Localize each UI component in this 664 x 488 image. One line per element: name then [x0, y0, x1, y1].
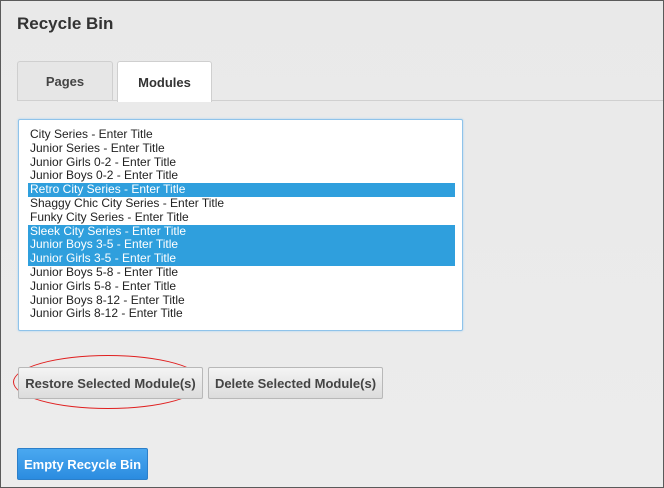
- delete-selected-button[interactable]: Delete Selected Module(s): [208, 367, 383, 399]
- tab-bar: Pages Modules: [17, 61, 663, 102]
- list-item[interactable]: Junior Boys 0-2 - Enter Title: [28, 169, 455, 183]
- list-item[interactable]: Junior Girls 3-5 - Enter Title: [28, 251, 455, 266]
- list-item[interactable]: Junior Boys 8-12 - Enter Title: [28, 293, 455, 308]
- empty-recycle-bin-button[interactable]: Empty Recycle Bin: [17, 448, 148, 480]
- tab-modules[interactable]: Modules: [117, 61, 212, 102]
- list-item[interactable]: Junior Girls 5-8 - Enter Title: [28, 279, 455, 294]
- list-item[interactable]: Junior Girls 0-2 - Enter Title: [28, 155, 455, 170]
- recycle-bin-panel: Recycle Bin Pages Modules City Series - …: [0, 0, 664, 488]
- restore-selected-button[interactable]: Restore Selected Module(s): [18, 367, 203, 399]
- tab-divider: [17, 100, 663, 101]
- list-item[interactable]: Junior Girls 8-12 - Enter Title: [28, 307, 455, 321]
- list-item[interactable]: Funky City Series - Enter Title: [28, 210, 455, 225]
- list-item[interactable]: Retro City Series - Enter Title: [28, 182, 455, 197]
- list-item[interactable]: Shaggy Chic City Series - Enter Title: [28, 196, 455, 211]
- list-item[interactable]: Junior Boys 5-8 - Enter Title: [28, 265, 455, 280]
- list-item[interactable]: Junior Boys 3-5 - Enter Title: [28, 238, 455, 253]
- modules-listbox[interactable]: City Series - Enter Title Junior Series -…: [18, 119, 463, 331]
- list-item[interactable]: Sleek City Series - Enter Title: [28, 224, 455, 239]
- page-title: Recycle Bin: [17, 14, 114, 33]
- tab-pages[interactable]: Pages: [17, 61, 113, 101]
- list-item[interactable]: City Series - Enter Title: [28, 127, 455, 142]
- list-item[interactable]: Junior Series - Enter Title: [28, 141, 455, 156]
